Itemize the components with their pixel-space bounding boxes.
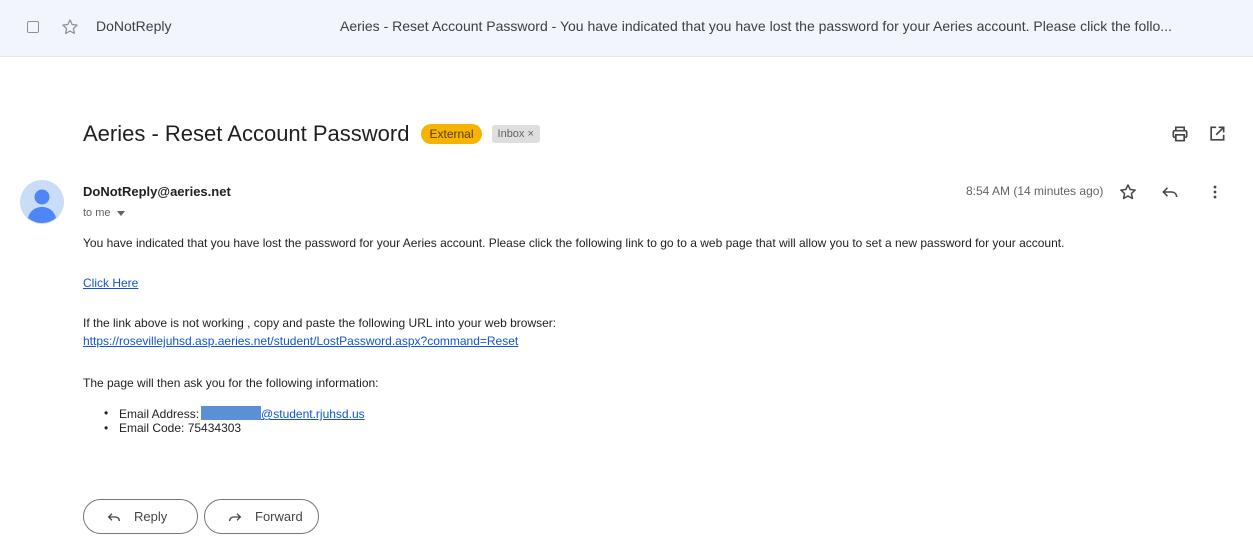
star-icon[interactable] (1118, 182, 1138, 202)
forward-icon (229, 512, 242, 521)
chevron-down-icon[interactable] (116, 210, 125, 216)
info-list: • Email Address: @student.rjuhsd.us • Ema… (104, 406, 365, 436)
more-options-icon[interactable] (1205, 182, 1225, 202)
info-intro: The page will then ask you for the follo… (83, 376, 379, 390)
collapsed-message-row[interactable]: DoNotReply Aeries - Reset Account Passwo… (0, 0, 1253, 57)
print-icon[interactable] (1170, 124, 1190, 144)
email-subject: Aeries - Reset Account Password (83, 121, 410, 146)
subject-header: Aeries - Reset Account Password External… (83, 120, 540, 148)
email-code: Email Code: 75434303 (119, 421, 242, 435)
bullet-marker: • (104, 421, 109, 435)
list-item: • Email Address: @student.rjuhsd.us (104, 406, 365, 421)
reset-url-link[interactable]: https://rosevillejuhsd.asp.aeries.net/st… (83, 334, 518, 348)
reply-label: Reply (134, 509, 168, 524)
recipient-details[interactable]: to me (83, 207, 125, 219)
select-checkbox[interactable] (27, 21, 39, 33)
list-snippet: Aeries - Reset Account Password - You ha… (340, 18, 1172, 34)
fallback-instructions: If the link above is not working , copy … (83, 316, 557, 330)
list-sender: DoNotReply (96, 18, 172, 34)
recipient-text: to me (83, 207, 111, 219)
sender-avatar[interactable] (20, 180, 64, 224)
external-label: External (421, 124, 482, 144)
remove-label-icon[interactable]: × (527, 127, 533, 141)
sender-email[interactable]: DoNotReply@aeries.net (83, 184, 231, 199)
forward-button[interactable]: Forward (204, 499, 319, 534)
click-here-link[interactable]: Click Here (83, 276, 138, 290)
list-item: • Email Code: 75434303 (104, 421, 365, 436)
forward-label: Forward (255, 509, 303, 524)
inbox-label: Inbox × (491, 125, 540, 143)
body-intro: You have indicated that you have lost th… (83, 236, 1065, 250)
bullet-marker: • (104, 406, 109, 420)
reply-icon[interactable] (1160, 182, 1180, 202)
reply-icon (107, 512, 120, 521)
reply-button[interactable]: Reply (83, 499, 198, 534)
message-timestamp: 8:54 AM (14 minutes ago) (966, 184, 1104, 198)
email-address-link[interactable]: @student.rjuhsd.us (261, 407, 365, 421)
redaction-block (201, 406, 262, 420)
star-icon[interactable] (60, 17, 80, 37)
email-address-label: Email Address: (119, 407, 200, 421)
inbox-label-text: Inbox (497, 128, 525, 140)
open-in-new-window-icon[interactable] (1207, 124, 1227, 144)
